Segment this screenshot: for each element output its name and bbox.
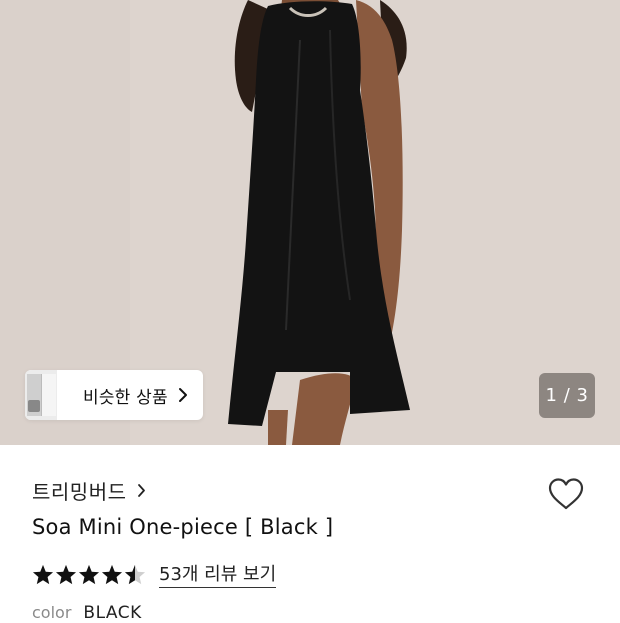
star-icon [32, 564, 54, 584]
reviews-link[interactable]: 53개 리뷰 보기 [159, 560, 277, 588]
star-icon [101, 564, 123, 584]
chevron-right-icon [137, 483, 146, 498]
chevron-right-icon [178, 387, 188, 403]
star-icon [55, 564, 77, 584]
product-title: Soa Mini One-piece [ Black ] [32, 515, 334, 539]
rating-row: 53개 리뷰 보기 [32, 560, 277, 588]
similar-products-button[interactable]: 비슷한 상품 [25, 370, 203, 420]
similar-products-label: 비슷한 상품 [83, 387, 168, 408]
brand-name: 트리밍버드 [32, 480, 127, 504]
product-image-carousel[interactable]: 비슷한 상품 1 / 3 [0, 0, 620, 445]
option-value: BLACK [83, 603, 142, 623]
wishlist-button[interactable] [544, 476, 588, 516]
star-icon [78, 564, 100, 584]
option-label: color [32, 603, 72, 622]
similar-products-thumbnail [25, 370, 57, 420]
heart-outline-icon [547, 477, 585, 515]
image-pager-indicator: 1 / 3 [539, 373, 595, 418]
half-star-icon [124, 564, 146, 584]
brand-link[interactable]: 트리밍버드 [32, 476, 146, 505]
option-row: color BLACK [32, 603, 142, 623]
rating-stars [32, 564, 147, 585]
